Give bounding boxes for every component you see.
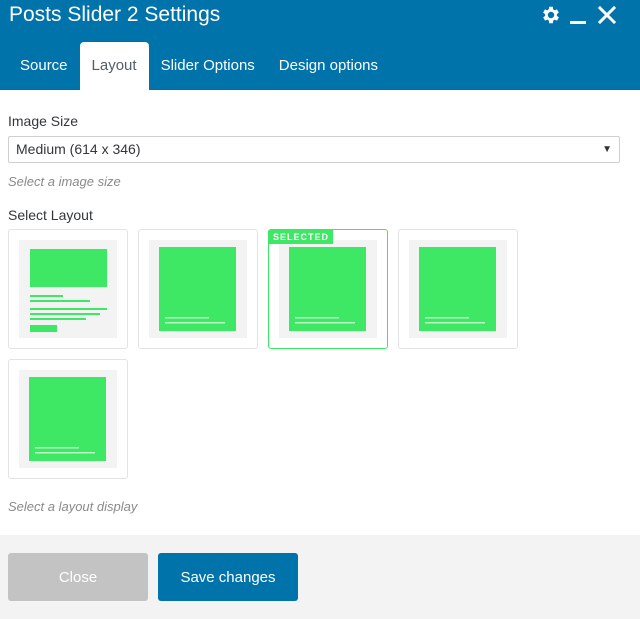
gear-icon[interactable] [540, 4, 562, 26]
layout-preview-3 [289, 247, 366, 331]
layout-preview-2 [159, 247, 236, 331]
layout-preview-5 [29, 377, 106, 461]
image-size-select[interactable]: Medium (614 x 346) ▼ [8, 136, 620, 163]
image-size-value: Medium (614 x 346) [16, 141, 141, 157]
tab-slider-options[interactable]: Slider Options [149, 42, 267, 90]
layout-thumbnail [19, 240, 117, 338]
layout-thumbnail [409, 240, 507, 338]
layout-hint: Select a layout display [8, 499, 138, 514]
layout-option-4[interactable] [398, 229, 518, 349]
dialog-title: Posts Slider 2 Settings [9, 3, 221, 26]
layout-option-1[interactable] [8, 229, 128, 349]
close-button[interactable]: Close [8, 553, 148, 601]
select-layout-label: Select Layout [8, 207, 93, 223]
close-icon[interactable] [598, 6, 616, 24]
layout-thumbnail [149, 240, 247, 338]
layout-option-5[interactable] [8, 359, 128, 479]
tab-source[interactable]: Source [8, 42, 80, 90]
layout-thumbnail [19, 370, 117, 468]
image-size-hint: Select a image size [8, 174, 121, 189]
layout-preview-1 [30, 249, 107, 332]
dialog-header: Posts Slider 2 Settings Source Layout Sl… [0, 0, 640, 90]
minimize-icon[interactable] [570, 8, 586, 24]
tab-design-options[interactable]: Design options [267, 42, 390, 90]
layout-thumbnail [279, 240, 377, 338]
selected-badge: SELECTED [269, 230, 334, 244]
tab-bar: Source Layout Slider Options Design opti… [8, 42, 390, 90]
image-size-label: Image Size [8, 113, 79, 129]
layout-option-3[interactable]: SELECTED [268, 229, 388, 349]
dialog-footer: Close Save changes [0, 535, 640, 619]
tab-layout[interactable]: Layout [79, 42, 149, 90]
layout-option-2[interactable] [138, 229, 258, 349]
layout-preview-4 [419, 247, 496, 331]
chevron-down-icon: ▼ [602, 144, 612, 155]
tab-panel-layout: Image Size Medium (614 x 346) ▼ Select a… [0, 90, 640, 535]
save-changes-button[interactable]: Save changes [158, 553, 298, 601]
